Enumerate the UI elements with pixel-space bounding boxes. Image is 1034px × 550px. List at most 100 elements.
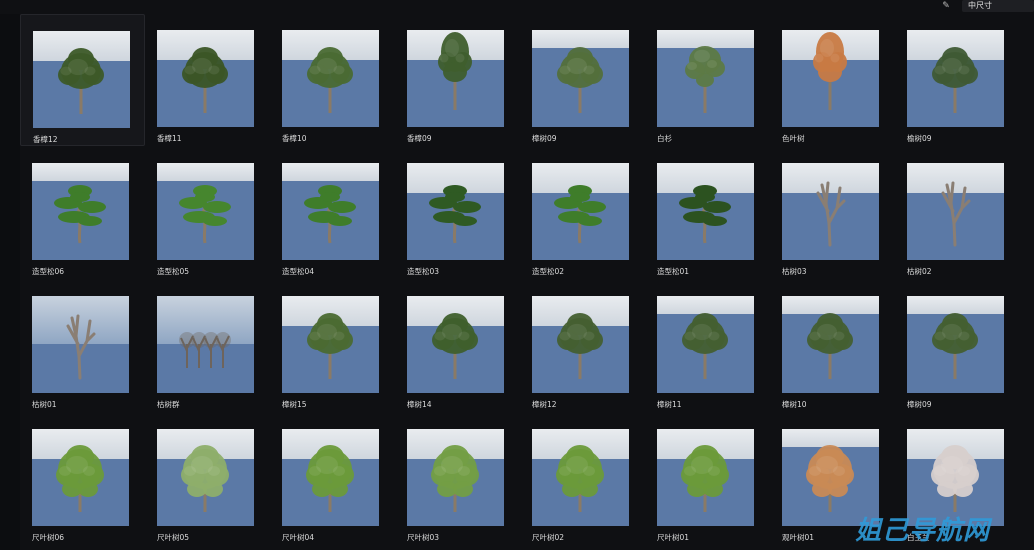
asset-tile[interactable]: 尺叶树01	[645, 413, 770, 545]
asset-tile[interactable]: 尺叶树02	[520, 413, 645, 545]
asset-label: 樟树10	[782, 400, 807, 409]
asset-tile[interactable]: 枯树群	[145, 280, 270, 412]
asset-label: 香樟10	[282, 134, 307, 143]
asset-thumbnail	[907, 30, 1004, 127]
asset-tile[interactable]: 樟树15	[270, 280, 395, 412]
asset-thumbnail	[157, 429, 254, 526]
asset-label: 香樟09	[407, 134, 432, 143]
tree-preview-icon	[813, 32, 847, 110]
asset-tile[interactable]: 香樟12	[20, 14, 145, 146]
asset-tile[interactable]: 尺叶树06	[20, 413, 145, 545]
asset-label: 樟树14	[407, 400, 432, 409]
tree-preview-icon	[56, 445, 104, 512]
tree-preview-icon	[66, 314, 96, 380]
tree-preview-icon	[306, 445, 354, 512]
asset-tile[interactable]: 枯树02	[895, 147, 1020, 279]
asset-label: 尺叶树03	[407, 533, 440, 542]
asset-tile[interactable]: 白杉	[645, 14, 770, 146]
asset-thumbnail	[407, 429, 504, 526]
tree-preview-icon	[932, 47, 978, 113]
asset-label: 尺叶树02	[532, 533, 565, 542]
asset-thumbnail	[782, 163, 879, 260]
asset-label: 榆树09	[907, 134, 932, 143]
tree-preview-icon	[304, 185, 356, 244]
asset-label: 造型松05	[157, 267, 190, 276]
tree-preview-icon	[556, 445, 604, 512]
tree-preview-icon	[58, 48, 104, 114]
asset-tile[interactable]: 造型松03	[395, 147, 520, 279]
asset-label: 造型松03	[407, 267, 440, 276]
asset-thumbnail	[657, 429, 754, 526]
tree-preview-icon	[679, 185, 731, 244]
asset-tile[interactable]: 香樟09	[395, 14, 520, 146]
asset-label: 樟树11	[657, 400, 682, 409]
asset-tile[interactable]: 枯树01	[20, 280, 145, 412]
asset-label: 尺叶树05	[157, 533, 190, 542]
tree-preview-icon	[554, 185, 606, 244]
tree-preview-icon	[54, 185, 106, 244]
asset-tile[interactable]: 樟树09	[895, 280, 1020, 412]
asset-tile[interactable]: 尺叶树04	[270, 413, 395, 545]
asset-thumbnail	[32, 296, 129, 393]
asset-tile[interactable]: 造型松05	[145, 147, 270, 279]
asset-thumbnail	[282, 30, 379, 127]
asset-thumbnail	[407, 163, 504, 260]
asset-thumbnail	[282, 429, 379, 526]
asset-tile[interactable]: 香樟11	[145, 14, 270, 146]
asset-tile[interactable]: 色叶树	[770, 14, 895, 146]
asset-thumbnail	[657, 296, 754, 393]
asset-label: 樟树12	[532, 400, 557, 409]
asset-thumbnail	[782, 296, 879, 393]
asset-thumbnail	[907, 296, 1004, 393]
watermark-logo: 姐己导航网	[855, 516, 991, 546]
asset-tile[interactable]: 造型松04	[270, 147, 395, 279]
asset-tile[interactable]: 造型松06	[20, 147, 145, 279]
left-panel-strip	[0, 14, 20, 550]
asset-tile[interactable]: 樟树12	[520, 280, 645, 412]
tree-preview-icon	[179, 185, 231, 244]
tree-preview-icon	[431, 445, 479, 512]
asset-thumbnail	[157, 30, 254, 127]
asset-tile[interactable]: 造型松02	[520, 147, 645, 279]
asset-label: 樟树15	[282, 400, 307, 409]
asset-tile[interactable]: 榆树09	[895, 14, 1020, 146]
asset-label: 造型松01	[657, 267, 690, 276]
asset-tile[interactable]: 樟树11	[645, 280, 770, 412]
asset-thumbnail	[907, 163, 1004, 260]
asset-label: 造型松06	[32, 267, 65, 276]
tree-preview-icon	[307, 47, 353, 113]
asset-tile[interactable]: 樟树14	[395, 280, 520, 412]
tree-preview-icon	[807, 313, 853, 379]
asset-tile[interactable]: 樟树09	[520, 14, 645, 146]
asset-label: 枯树02	[907, 267, 932, 276]
tree-preview-icon	[557, 313, 603, 379]
asset-tile[interactable]: 樟树10	[770, 280, 895, 412]
asset-thumbnail	[532, 296, 629, 393]
asset-thumbnail	[532, 30, 629, 127]
pencil-icon[interactable]: ✎	[940, 0, 952, 12]
tree-preview-icon	[557, 47, 603, 113]
tree-preview-icon	[432, 313, 478, 379]
asset-label: 观叶树01	[782, 533, 815, 542]
asset-thumbnail	[407, 30, 504, 127]
asset-tile[interactable]: 枯树03	[770, 147, 895, 279]
asset-tile[interactable]: 尺叶树03	[395, 413, 520, 545]
asset-thumbnail	[33, 31, 130, 128]
asset-thumbnail	[657, 30, 754, 127]
tree-preview-icon	[816, 181, 846, 247]
asset-tile[interactable]: 尺叶树05	[145, 413, 270, 545]
tree-preview-icon	[685, 46, 725, 113]
tree-preview-icon	[307, 313, 353, 379]
top-toolbar: ✎ 中尺寸	[0, 0, 1034, 14]
tree-preview-icon	[932, 313, 978, 379]
asset-thumbnail	[282, 296, 379, 393]
tree-preview-icon	[438, 32, 472, 110]
asset-label: 枯树03	[782, 267, 807, 276]
asset-tile[interactable]: 造型松01	[645, 147, 770, 279]
asset-tile[interactable]: 香樟10	[270, 14, 395, 146]
thumbnail-size-select[interactable]: 中尺寸	[962, 0, 1034, 12]
tree-preview-icon	[182, 47, 228, 113]
asset-label: 香樟11	[157, 134, 182, 143]
asset-label: 造型松02	[532, 267, 565, 276]
tree-preview-icon	[681, 445, 729, 512]
